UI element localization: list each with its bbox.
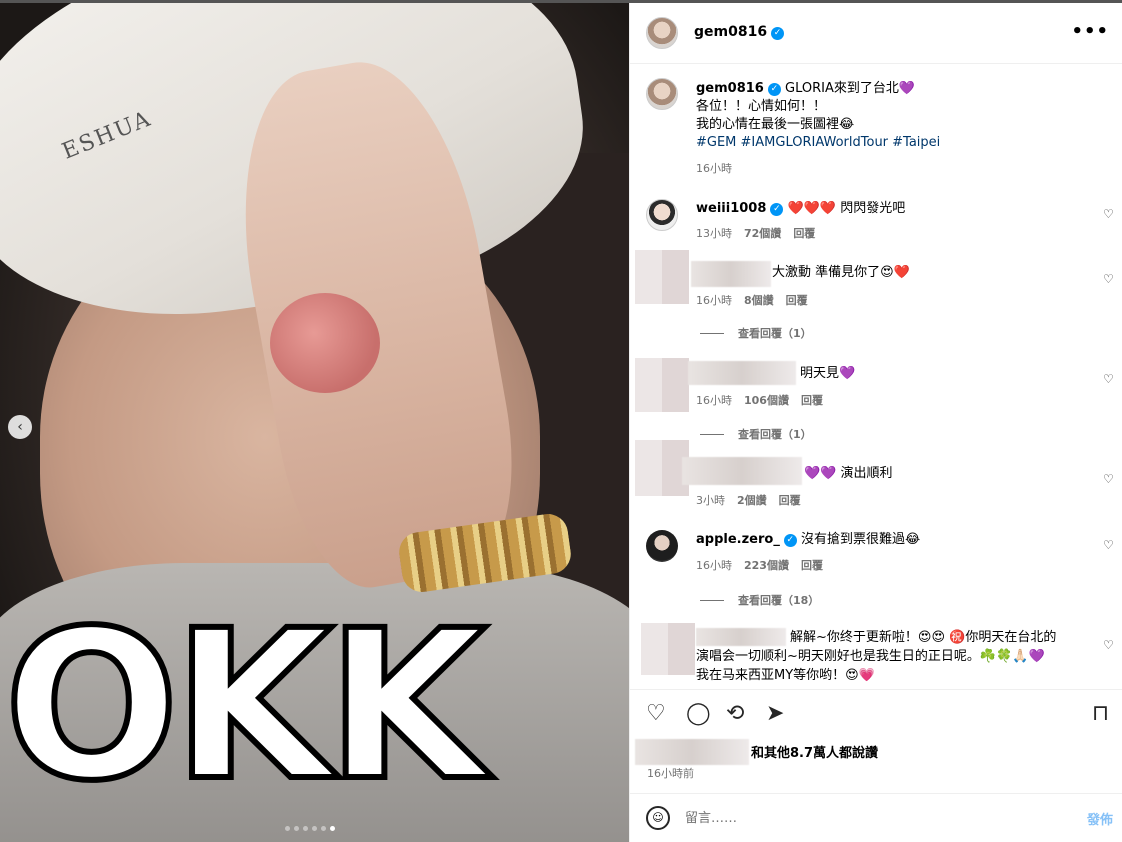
carousel-dot	[312, 826, 317, 831]
like-comment-icon[interactable]: ♡	[1103, 638, 1114, 652]
verified-icon: ✓	[767, 83, 781, 96]
view-replies[interactable]: 查看回覆（18）	[700, 592, 819, 608]
post-header: gem0816 ✓ •••	[630, 3, 1122, 64]
like-comment-icon[interactable]: ♡	[1103, 207, 1114, 221]
comment-text: 明天見💜	[800, 366, 856, 381]
header-username-row[interactable]: gem0816 ✓	[694, 24, 785, 40]
comment-text: 💜💜 演出順利	[804, 466, 893, 481]
comment-icon[interactable]: ◯	[686, 702, 711, 726]
caption-hashtags[interactable]: #GEM #IAMGLORIAWorldTour #Taipei	[696, 134, 940, 152]
comment-username[interactable]: apple.zero_	[696, 532, 780, 547]
carousel-dot	[303, 826, 308, 831]
comment-text: 大激動 準備見你了😍❤️	[772, 265, 910, 280]
comment-text: 解解~你终于更新啦！😍😍 ㊗️你明天在台北的	[790, 630, 1057, 645]
carousel-dot-active	[330, 826, 335, 831]
comment-avatar[interactable]	[646, 530, 678, 562]
likes-summary[interactable]: 和其他8.7萬人都說讚	[751, 742, 878, 761]
post-button[interactable]: 發佈	[1087, 809, 1113, 828]
comment-text: 演唱会一切顺利~明天刚好也是我生日的正日呢。☘️🍀🙏🏻💜	[696, 649, 1045, 664]
caption-line: GLORIA來到了台北💜	[785, 81, 916, 96]
comment-meta: 16小時 8個讚 回覆	[696, 292, 808, 308]
reply-button[interactable]: 回覆	[801, 557, 823, 573]
more-horizontal-icon[interactable]: •••	[1071, 21, 1109, 42]
comment-meta: 13小時 72個讚 回覆	[696, 225, 816, 241]
comment-avatar[interactable]	[646, 199, 678, 231]
username-blurred	[696, 628, 786, 646]
comment-text: weiii1008 ✓ ❤️❤️❤️ 閃閃發光吧	[696, 201, 906, 216]
replies-dash	[700, 433, 724, 435]
overlay-text: OKK	[1, 586, 489, 826]
carousel-prev-button[interactable]: ‹	[8, 415, 32, 439]
like-comment-icon[interactable]: ♡	[1103, 472, 1114, 486]
verified-icon: ✓	[771, 27, 785, 40]
like-comment-icon[interactable]: ♡	[1103, 372, 1114, 386]
comment-avatar-blurred[interactable]	[641, 623, 695, 675]
photo-ok-gesture	[270, 293, 380, 393]
share-icon[interactable]: ➤	[766, 702, 784, 726]
comment-avatar-blurred[interactable]	[635, 440, 689, 496]
comment-input[interactable]	[685, 808, 1065, 828]
view-replies[interactable]: 查看回覆（1）	[700, 426, 812, 442]
post-panel: gem0816 ✓ ••• gem0816 ✓ GLORIA來到了台北💜 各位！！心…	[629, 3, 1122, 842]
caption-line: 各位！！心情如何！！	[696, 99, 827, 114]
post-media[interactable]: ESHUA OKK ‹	[0, 3, 629, 842]
avatar[interactable]	[646, 17, 678, 49]
replies-dash	[700, 332, 724, 334]
username-blurred	[688, 361, 796, 385]
verified-icon: ✓	[770, 203, 784, 216]
comment-meta: 16小時 106個讚 回覆	[696, 392, 823, 408]
carousel-dot	[294, 826, 299, 831]
like-comment-icon[interactable]: ♡	[1103, 538, 1114, 552]
comment-username[interactable]: weiii1008	[696, 201, 766, 216]
comment-text: 我在马来西亚MY等你哟！😍💗	[696, 668, 875, 683]
username-blurred	[691, 261, 771, 287]
username-blurred	[682, 457, 802, 485]
caption-line: 我的心情在最後一張圖裡😂	[696, 117, 855, 132]
comment-meta: 3小時 2個讚 回覆	[696, 492, 801, 508]
comment-avatar-blurred[interactable]	[635, 358, 689, 412]
comment-text: apple.zero_ ✓ 沒有搶到票很難過😂	[696, 532, 921, 547]
caption: gem0816 ✓ GLORIA來到了台北💜 各位！！心情如何！！ 我的心情在最後…	[696, 80, 940, 152]
carousel-dot	[321, 826, 326, 831]
reply-button[interactable]: 回覆	[779, 492, 801, 508]
caption-username[interactable]: gem0816	[696, 81, 764, 96]
emoji-icon[interactable]: ☺	[646, 806, 670, 830]
repost-icon[interactable]: ⟲	[726, 702, 744, 726]
replies-dash	[700, 599, 724, 601]
post-time[interactable]: 16小時前	[647, 765, 694, 781]
comment-avatar-blurred[interactable]	[635, 250, 689, 304]
caption-avatar[interactable]	[646, 78, 678, 110]
view-replies[interactable]: 查看回覆（1）	[700, 325, 812, 341]
carousel-dots	[285, 826, 335, 831]
bookmark-icon[interactable]: ⊓	[1092, 702, 1109, 726]
liker-avatars-blurred[interactable]	[635, 739, 749, 765]
reply-button[interactable]: 回覆	[793, 225, 815, 241]
heart-icon[interactable]: ♡	[646, 702, 666, 726]
verified-icon: ✓	[783, 534, 797, 547]
comment-bar: ☺ 發佈	[630, 793, 1122, 842]
reply-button[interactable]: 回覆	[786, 292, 808, 308]
action-bar: ♡ ◯ ⟲ ➤ ⊓	[630, 689, 1122, 739]
caption-time: 16小時	[696, 162, 732, 175]
carousel-dot	[285, 826, 290, 831]
reply-button[interactable]: 回覆	[801, 392, 823, 408]
like-comment-icon[interactable]: ♡	[1103, 272, 1114, 286]
header-username[interactable]: gem0816	[694, 24, 767, 40]
comment-meta: 16小時 223個讚 回覆	[696, 557, 823, 573]
